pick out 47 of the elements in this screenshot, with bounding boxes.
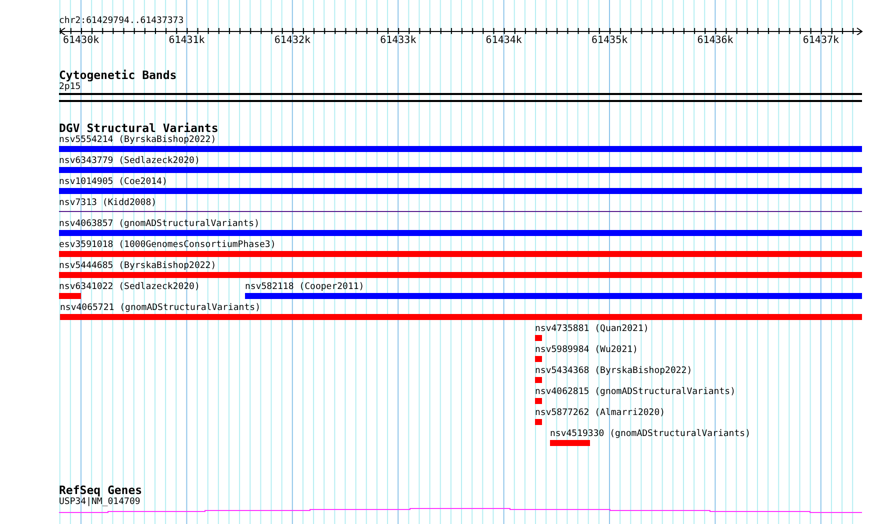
variant-bar[interactable] (535, 419, 542, 425)
tick-label: 61432k (274, 35, 311, 47)
gene-model-line[interactable] (59, 508, 862, 513)
tick-label: 61430k (63, 35, 100, 47)
variant-label: nsv4519330 (gnomADStructuralVariants) (550, 428, 750, 440)
variant-label: nsv5877262 (Almarri2020) (535, 407, 666, 419)
track-title: DGV Structural Variants (59, 122, 220, 134)
variant-label: nsv6341022 (Sedlazeck2020) (59, 281, 200, 293)
variant-bar[interactable] (550, 440, 590, 446)
variant-bar[interactable] (245, 293, 862, 299)
track-title: Cytogenetic Bands (59, 69, 178, 81)
tick-label: 61435k (592, 35, 628, 47)
variant-bar[interactable] (535, 398, 542, 404)
band-label: 2p15 (59, 82, 81, 92)
variant-label: nsv5444685 (ByrskaBishop2022) (59, 260, 216, 272)
variant-label: nsv4062815 (gnomADStructuralVariants) (535, 386, 736, 398)
gene-label: USP34|NM_014709 (59, 497, 140, 507)
variant-bar[interactable] (59, 293, 81, 299)
location-label: chr2:61429794..61437373 (59, 15, 185, 27)
variant-label: nsv4063857 (gnomADStructuralVariants) (59, 218, 260, 230)
variant-bar[interactable] (59, 272, 862, 278)
tick-label: 61433k (380, 35, 416, 47)
variant-bar[interactable] (59, 167, 862, 173)
variant-bar[interactable] (535, 335, 542, 341)
tick-label: 61431k (168, 35, 205, 47)
variant-label: nsv5434368 (ByrskaBishop2022) (535, 365, 692, 377)
variant-label: nsv5554214 (ByrskaBishop2022) (59, 134, 216, 146)
variant-bar[interactable] (59, 251, 862, 257)
variant-bar[interactable] (535, 356, 542, 362)
variant-bar[interactable] (59, 188, 862, 194)
variant-label: nsv1014905 (Coe2014) (59, 176, 168, 188)
variant-label: nsv4735881 (Quan2021) (535, 323, 649, 335)
tick-label: 61436k (697, 35, 734, 47)
variant-bar[interactable] (59, 230, 862, 236)
variant-bar[interactable] (60, 314, 862, 320)
variant-line[interactable] (59, 211, 862, 212)
variant-label: nsv4065721 (gnomADStructuralVariants) (60, 302, 260, 314)
tick-label: 61437k (802, 35, 840, 47)
variant-label: nsv7313 (Kidd2008) (59, 197, 157, 209)
variant-bar[interactable] (59, 146, 862, 152)
variant-label: nsv582118 (Cooper2011) (245, 281, 364, 293)
variant-label: nsv6343779 (Sedlazeck2020) (59, 155, 200, 167)
variant-bar[interactable] (535, 377, 542, 383)
variant-label: esv3591018 (1000GenomesConsortiumPhase3) (59, 239, 276, 251)
track-title: RefSeq Genes (59, 484, 144, 496)
variant-label: nsv5989984 (Wu2021) (535, 344, 638, 356)
tick-label: 61434k (486, 35, 522, 47)
